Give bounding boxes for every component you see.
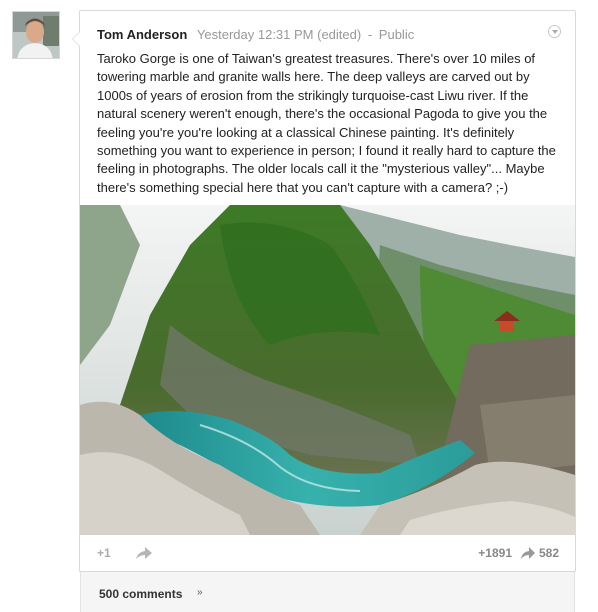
plus-one-button[interactable]: +1 [97,546,111,560]
share-arrow-icon [521,547,535,559]
post-menu-button[interactable] [548,25,561,38]
post-header: Tom Anderson Yesterday 12:31 PM (edited)… [97,27,414,42]
visibility-label[interactable]: Public [379,27,414,42]
post-timestamp[interactable]: Yesterday 12:31 PM (edited) [197,27,361,42]
taroko-gorge-photo [80,205,575,535]
post-actions: +1 +1891 582 [80,535,575,571]
share-arrow-icon[interactable] [135,545,153,561]
author-name[interactable]: Tom Anderson [97,27,187,42]
share-count[interactable]: 582 [539,546,559,560]
meta-separator: - [367,27,373,42]
card-pointer [72,31,80,47]
avatar-image [13,12,59,58]
avatar[interactable] [12,11,60,59]
chevron-down-icon[interactable]: » [197,587,203,598]
comments-bar[interactable]: 500 comments » [80,572,575,612]
plus-count[interactable]: +1891 [478,546,512,560]
comments-count[interactable]: 500 comments [99,587,182,601]
post-body: Taroko Gorge is one of Taiwan's greatest… [97,51,556,195]
post-card: Tom Anderson Yesterday 12:31 PM (edited)… [72,10,576,572]
post-photo[interactable] [80,205,575,535]
chevron-down-icon [551,30,558,34]
